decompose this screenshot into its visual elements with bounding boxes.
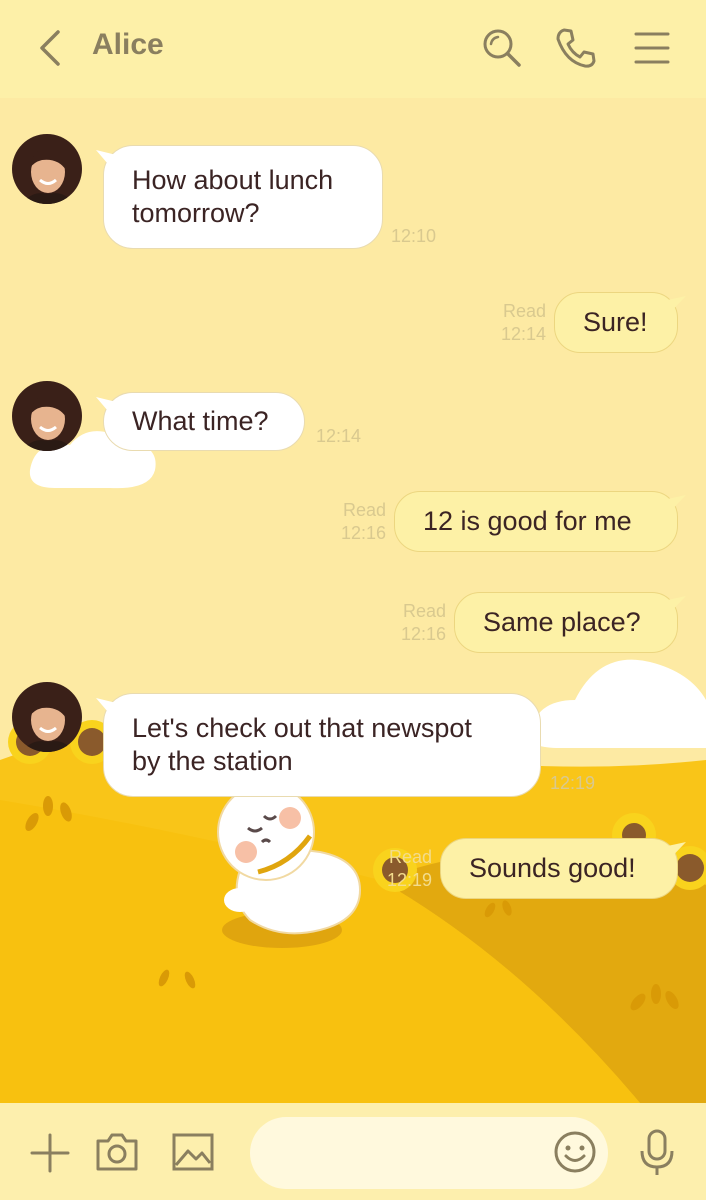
avatar[interactable] [12, 381, 82, 451]
message-time: 12:14 [500, 324, 546, 344]
menu-icon[interactable] [628, 24, 676, 72]
read-receipt: Read [342, 500, 386, 520]
chevron-left-icon[interactable] [30, 26, 74, 70]
chat-header: Alice [0, 0, 706, 98]
message-time: 12:19 [550, 773, 596, 793]
message-text-line: How about lunch [132, 165, 334, 195]
message-meta: Read 12:14 [494, 300, 546, 346]
emoji-icon[interactable] [552, 1129, 598, 1175]
image-icon[interactable] [170, 1129, 216, 1175]
camera-icon[interactable] [94, 1129, 140, 1175]
message-meta: Read 12:19 [380, 846, 432, 892]
message-bubble-outgoing[interactable]: Sounds good! [440, 838, 678, 899]
message-text-line: tomorrow? [132, 198, 260, 228]
message-meta: Read 12:16 [334, 499, 386, 545]
phone-icon[interactable] [552, 24, 600, 72]
message-text: Sure! [583, 307, 648, 337]
message-time: 12:19 [386, 870, 432, 890]
message-time: 12:16 [340, 523, 386, 543]
input-bar [0, 1103, 706, 1200]
message-bubble-incoming[interactable]: What time? [103, 392, 305, 451]
message-bubble-outgoing[interactable]: Sure! [554, 292, 678, 353]
avatar[interactable] [12, 134, 82, 204]
read-receipt: Read [402, 601, 446, 621]
message-bubble-outgoing[interactable]: 12 is good for me [394, 491, 678, 552]
chat-title: Alice [92, 28, 164, 61]
search-icon[interactable] [478, 24, 526, 72]
message-text-line: by the station [132, 746, 293, 776]
read-receipt: Read [502, 301, 546, 321]
read-receipt: Read [388, 847, 432, 867]
avatar[interactable] [12, 682, 82, 752]
message-text: Same place? [483, 607, 641, 637]
microphone-icon[interactable] [634, 1127, 680, 1177]
message-text: 12 is good for me [423, 506, 632, 536]
message-bubble-incoming[interactable]: How about lunch tomorrow? [103, 145, 383, 249]
cloud [529, 659, 706, 748]
message-time: 12:16 [400, 624, 446, 644]
message-text: Sounds good! [469, 853, 636, 883]
plus-icon[interactable] [28, 1131, 72, 1175]
message-text-line: Let's check out that newspot [132, 713, 472, 743]
message-meta: Read 12:16 [394, 600, 446, 646]
message-time: 12:14 [316, 426, 362, 446]
message-bubble-incoming[interactable]: Let's check out that newspot by the stat… [103, 693, 541, 797]
chat-screen: Alice How about lunch tomorrow? 12:10 Re… [0, 0, 706, 1200]
message-bubble-outgoing[interactable]: Same place? [454, 592, 678, 653]
message-text: What time? [132, 406, 269, 436]
message-time: 12:10 [391, 226, 437, 246]
